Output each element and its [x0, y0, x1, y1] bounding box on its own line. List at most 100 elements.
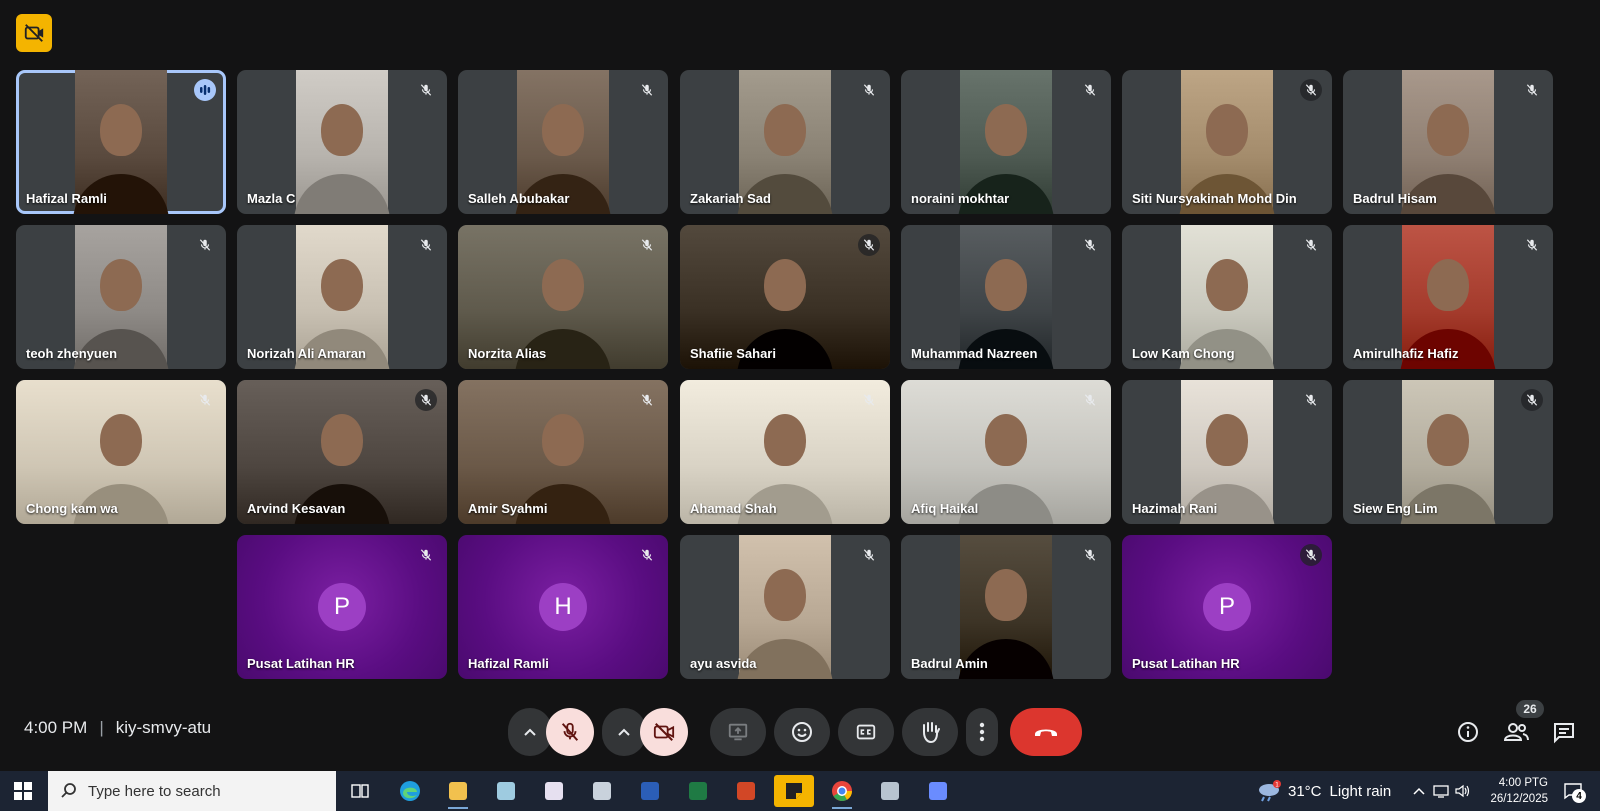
- participant-tile[interactable]: Arvind Kesavan: [237, 380, 447, 524]
- participant-tile[interactable]: Siew Eng Lim: [1343, 380, 1553, 524]
- sticky-notes-icon[interactable]: [774, 775, 814, 807]
- taskbar-time: 4:00 PTG: [1498, 777, 1548, 789]
- app-blue-icon[interactable]: [486, 775, 526, 807]
- app-colorful-icon[interactable]: [534, 775, 574, 807]
- chat-button[interactable]: [1548, 716, 1580, 748]
- participant-video: [294, 70, 390, 214]
- participant-face: [542, 259, 584, 311]
- word-icon[interactable]: [630, 775, 670, 807]
- search-icon: [61, 783, 76, 798]
- network-icon[interactable]: [1430, 784, 1452, 798]
- participant-name: ayu asvida: [690, 656, 757, 671]
- camera-toggle-button[interactable]: [640, 708, 688, 756]
- participant-tile[interactable]: Norzita Alias: [458, 225, 668, 369]
- meet-window: Hafizal Ramli Mazla C Salleh Abubakar Zakar…: [0, 0, 1600, 811]
- participant-tile[interactable]: ayu asvida: [680, 535, 890, 679]
- task-view-icon[interactable]: [340, 775, 380, 807]
- participant-tile[interactable]: Hazimah Rani: [1122, 380, 1332, 524]
- participant-grid: Hafizal Ramli Mazla C Salleh Abubakar Zakar…: [16, 70, 1585, 692]
- participant-tile[interactable]: Ahamad Shah: [680, 380, 890, 524]
- more-options-button[interactable]: [966, 708, 998, 756]
- participant-name: noraini mokhtar: [911, 191, 1010, 206]
- participant-tile[interactable]: Siti Nursyakinah Mohd Din: [1122, 70, 1332, 214]
- muted-mic-icon: [1300, 544, 1322, 566]
- muted-mic-icon: [415, 389, 437, 411]
- start-button[interactable]: [0, 771, 46, 811]
- participant-tile[interactable]: H Hafizal Ramli: [458, 535, 668, 679]
- participant-tile[interactable]: teoh zhenyuen: [16, 225, 226, 369]
- participant-tile[interactable]: Muhammad Nazreen: [901, 225, 1111, 369]
- powerpoint-icon[interactable]: [726, 775, 766, 807]
- muted-mic-icon: [1521, 79, 1543, 101]
- copilot-icon[interactable]: [918, 775, 958, 807]
- muted-mic-icon: [1300, 79, 1322, 101]
- participant-tile[interactable]: P Pusat Latihan HR: [1122, 535, 1332, 679]
- muted-mic-icon: [1079, 544, 1101, 566]
- participant-name: Amirulhafiz Hafiz: [1353, 346, 1459, 361]
- participant-tile[interactable]: Norizah Ali Amaran: [237, 225, 447, 369]
- mic-toggle-button[interactable]: [546, 708, 594, 756]
- no-camera-notice-button[interactable]: [16, 14, 52, 52]
- chat-icon: [1554, 723, 1574, 744]
- file-explorer-icon[interactable]: [438, 775, 478, 809]
- taskbar-clock[interactable]: 4:00 PTG 26/12/2025: [1474, 775, 1548, 807]
- people-button[interactable]: [1500, 716, 1532, 748]
- more-vert-icon: [979, 722, 985, 742]
- muted-mic-icon: [1521, 234, 1543, 256]
- participant-tile[interactable]: Badrul Amin: [901, 535, 1111, 679]
- participant-tile[interactable]: P Pusat Latihan HR: [237, 535, 447, 679]
- participant-name: Salleh Abubakar: [468, 191, 570, 206]
- participant-tile[interactable]: noraini mokhtar: [901, 70, 1111, 214]
- taskbar-date: 26/12/2025: [1490, 793, 1548, 805]
- raise-hand-button[interactable]: [902, 708, 958, 756]
- participant-avatar: P: [1203, 583, 1251, 631]
- excel-icon[interactable]: [678, 775, 718, 807]
- mic-off-icon: [559, 721, 581, 743]
- participant-tile[interactable]: Amir Syahmi: [458, 380, 668, 524]
- taskbar-search-box[interactable]: Type here to search: [48, 771, 336, 811]
- tray-overflow-chevron-icon[interactable]: [1408, 787, 1430, 795]
- weather-widget[interactable]: 1 31°C Light rain: [1256, 771, 1391, 811]
- meeting-info-button[interactable]: [1452, 716, 1484, 748]
- participant-face: [764, 104, 806, 156]
- reactions-button[interactable]: [774, 708, 830, 756]
- info-icon: [1458, 722, 1478, 742]
- muted-mic-icon: [636, 234, 658, 256]
- captions-button[interactable]: [838, 708, 894, 756]
- camera-off-icon: [652, 721, 676, 743]
- participant-tile[interactable]: Low Kam Chong: [1122, 225, 1332, 369]
- participant-name: Zakariah Sad: [690, 191, 771, 206]
- chevron-up-icon: [617, 727, 631, 737]
- participant-tile[interactable]: Badrul Hisam: [1343, 70, 1553, 214]
- participant-tile[interactable]: Chong kam wa: [16, 380, 226, 524]
- windows-taskbar: Type here to search 1 31°C Light rain 4:…: [0, 771, 1600, 811]
- participant-tile[interactable]: Afiq Haikal: [901, 380, 1111, 524]
- participant-tile[interactable]: Zakariah Sad: [680, 70, 890, 214]
- participant-name: Chong kam wa: [26, 501, 118, 516]
- muted-mic-icon: [858, 234, 880, 256]
- notification-center-button[interactable]: 4: [1558, 777, 1588, 805]
- leave-call-button[interactable]: [1010, 708, 1082, 756]
- participant-tile[interactable]: Shafiie Sahari: [680, 225, 890, 369]
- participant-face: [985, 414, 1027, 466]
- participant-face: [764, 569, 806, 621]
- app-printer-icon[interactable]: [582, 775, 622, 807]
- running-indicator: [832, 807, 852, 809]
- present-button[interactable]: [710, 708, 766, 756]
- participant-tile[interactable]: Mazla C: [237, 70, 447, 214]
- participant-tile[interactable]: Amirulhafiz Hafiz: [1343, 225, 1553, 369]
- muted-mic-icon: [858, 79, 880, 101]
- chrome-icon[interactable]: [822, 775, 862, 809]
- participant-name: Hafizal Ramli: [468, 656, 549, 671]
- participant-tile[interactable]: Salleh Abubakar: [458, 70, 668, 214]
- emoji-icon: [790, 720, 814, 744]
- weather-badge: 1: [1275, 782, 1279, 789]
- edge-icon[interactable]: [390, 775, 430, 807]
- participant-tile[interactable]: Hafizal Ramli: [16, 70, 226, 214]
- app-monitor-icon[interactable]: [870, 775, 910, 807]
- muted-mic-icon: [194, 234, 216, 256]
- meeting-separator: |: [99, 718, 104, 737]
- rain-cloud-icon: 1: [1259, 780, 1281, 802]
- volume-icon[interactable]: [1452, 784, 1474, 798]
- participant-name: Siti Nursyakinah Mohd Din: [1132, 191, 1297, 206]
